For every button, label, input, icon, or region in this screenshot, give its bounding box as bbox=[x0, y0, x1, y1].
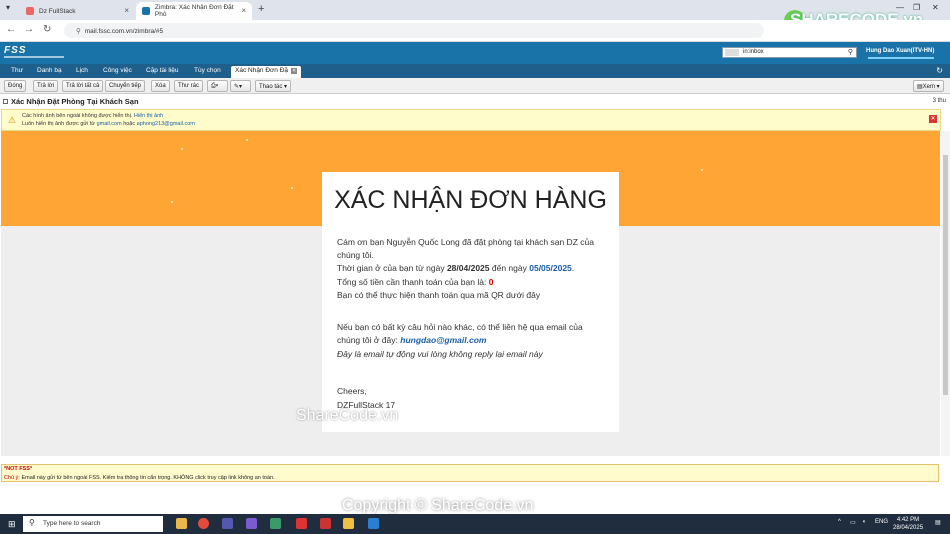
fss-logo: FSS bbox=[4, 45, 27, 56]
app-icon-3[interactable] bbox=[343, 518, 354, 529]
stay-dates: Thời gian ở của bạn từ ngày 28/04/2025 đ… bbox=[337, 263, 575, 273]
url-input[interactable]: ⚲ mail.fssc.com.vn/zimbra/#5 bbox=[64, 23, 764, 38]
address-bar: ← → ↻ ⚲ mail.fssc.com.vn/zimbra/#5 bbox=[0, 20, 950, 42]
reply-button[interactable]: Trả lời bbox=[33, 80, 59, 92]
message-subject: Xác Nhận Đặt Phòng Tại Khách Sạn bbox=[11, 97, 139, 106]
site-info-icon[interactable]: ⚲ bbox=[76, 28, 81, 35]
contact-text: Nếu bạn có bất kỳ câu hỏi nào khác, có t… bbox=[337, 322, 583, 345]
warning-icon: ⚠ bbox=[8, 115, 17, 125]
taskbar-search-input[interactable]: ⚲ Type here to search bbox=[23, 516, 163, 532]
quota-bar bbox=[868, 57, 934, 59]
forward-icon[interactable]: → bbox=[24, 24, 34, 35]
tab-menu-icon[interactable]: ▾ bbox=[6, 3, 10, 12]
email-body: XÁC NHẬN ĐƠN HÀNG Cám ơn bạn Nguyễn Quốc… bbox=[1, 131, 940, 456]
view-button[interactable]: ▤Xem ▾ bbox=[913, 80, 944, 92]
tag-icon: ✎▾ bbox=[234, 84, 243, 90]
forward-button[interactable]: Chuyển tiếp bbox=[105, 80, 146, 92]
tray-chevron-icon[interactable]: ^ bbox=[838, 519, 841, 525]
tab-tasks[interactable]: Công việc bbox=[103, 67, 132, 74]
windows-start-icon[interactable]: ⊞ bbox=[8, 519, 16, 530]
logo-underline bbox=[4, 56, 64, 58]
chrome-icon[interactable] bbox=[198, 518, 209, 529]
app-tabs: Thư Danh bạ Lịch Công việc Cặp tài liệu … bbox=[0, 64, 950, 78]
reply-all-button[interactable]: Trả lời tất cả bbox=[62, 80, 104, 92]
user-name[interactable]: Hung Dao Xuan(ITV-HN) bbox=[866, 48, 934, 54]
refresh-icon[interactable]: ↻ bbox=[936, 66, 943, 75]
thanks-text: Cám ơn bạn Nguyễn Quốc Long đã đặt phòng… bbox=[337, 237, 594, 260]
tab-contacts[interactable]: Danh bạ bbox=[37, 67, 62, 74]
spam-button[interactable]: Thư rác bbox=[174, 80, 204, 92]
tab-dz-fullstack[interactable]: Dz FullStack × bbox=[20, 2, 135, 20]
app-icon[interactable] bbox=[246, 518, 257, 529]
vscode-icon[interactable] bbox=[368, 518, 379, 529]
search-type-select[interactable] bbox=[725, 49, 739, 56]
external-images-warning: ⚠ Các hình ảnh bên ngoài không được hiển… bbox=[1, 109, 941, 131]
teams-icon[interactable] bbox=[222, 518, 233, 529]
zimbra-header: FSS in:inbox ⚲ Hung Dao Xuan(ITV-HN) bbox=[0, 42, 950, 64]
actions-button[interactable]: Thao tác ▾ bbox=[255, 80, 292, 92]
reload-icon[interactable]: ↻ bbox=[43, 24, 51, 35]
app-icon-2[interactable] bbox=[270, 518, 281, 529]
favicon-icon bbox=[26, 7, 34, 15]
network-icon[interactable]: ▭ bbox=[850, 519, 856, 526]
tab-open-message[interactable]: Xác Nhận Đơn Đặ ✕ bbox=[231, 66, 302, 78]
tab-mail[interactable]: Thư bbox=[11, 67, 23, 74]
windows-taskbar: ⊞ ⚲ Type here to search ^ ▭ ◖ ENG 4:42 P… bbox=[0, 514, 950, 534]
delete-button[interactable]: Xóa bbox=[151, 80, 170, 92]
copyright-watermark: Copyright © ShareCode.vn bbox=[342, 497, 534, 514]
message-toolbar: Đóng Trả lời Trả lời tất cả Chuyển tiếp … bbox=[0, 78, 950, 94]
tab-label: Dz FullStack bbox=[39, 7, 76, 15]
recorder-icon[interactable] bbox=[296, 518, 307, 529]
file-explorer-icon[interactable] bbox=[176, 518, 187, 529]
scrollbar-thumb[interactable] bbox=[943, 155, 948, 395]
tab-calendar[interactable]: Lịch bbox=[76, 67, 88, 74]
clock[interactable]: 4:42 PM 28/04/2025 bbox=[893, 516, 923, 532]
qr-text: Bạn có thể thực hiện thanh toán qua mã Q… bbox=[337, 290, 541, 300]
total-amount: Tổng số tiền cần thanh toán của bạn là: … bbox=[337, 277, 494, 287]
language-indicator[interactable]: ENG bbox=[875, 519, 888, 525]
print-button[interactable]: ⎙▾ bbox=[207, 80, 228, 92]
show-images-link[interactable]: Hiển thị ảnh bbox=[134, 113, 163, 119]
back-icon[interactable]: ← bbox=[6, 24, 16, 35]
message-subject-bar: Xác Nhận Đặt Phòng Tại Khách Sạn 3 thu bbox=[0, 95, 950, 109]
auto-note: Đây là email tự động vui lòng không repl… bbox=[337, 349, 543, 359]
search-icon: ⚲ bbox=[29, 518, 35, 527]
notification-icon[interactable]: ▤ bbox=[935, 519, 941, 526]
zimbra-favicon-icon bbox=[142, 7, 150, 15]
external-sender-notice: *NOT FSS* Chú ý: Email này gửi từ bên ng… bbox=[1, 464, 939, 482]
close-icon[interactable]: × bbox=[124, 6, 129, 15]
always-show-sender-link[interactable]: aphong213@gmail.com bbox=[137, 121, 195, 127]
contact-email-link[interactable]: hungdao@gmail.com bbox=[400, 335, 486, 345]
close-tab-icon[interactable]: ✕ bbox=[291, 68, 298, 74]
tab-preferences[interactable]: Tùy chọn bbox=[194, 67, 221, 74]
close-icon[interactable]: × bbox=[241, 6, 246, 15]
message-time: 3 thu bbox=[932, 98, 946, 104]
order-card: XÁC NHẬN ĐƠN HÀNG Cám ơn bạn Nguyễn Quốc… bbox=[322, 172, 619, 432]
close-button[interactable]: Đóng bbox=[4, 80, 27, 92]
always-show-domain-link[interactable]: gmail.com bbox=[97, 121, 122, 127]
tab-label: Zimbra: Xác Nhận Đơn Đặt Phò bbox=[154, 4, 234, 18]
close-warning-icon[interactable]: ✕ bbox=[929, 115, 937, 123]
search-icon[interactable]: ⚲ bbox=[848, 48, 853, 56]
tag-button[interactable]: ✎▾ bbox=[230, 80, 251, 92]
close-window-icon[interactable]: ✕ bbox=[932, 3, 939, 12]
print-icon: ⎙▾ bbox=[211, 83, 219, 89]
collapse-icon[interactable] bbox=[3, 99, 8, 104]
volume-icon[interactable]: ◖ bbox=[862, 519, 866, 525]
scrollbar[interactable] bbox=[941, 131, 950, 456]
tab-zimbra[interactable]: Zimbra: Xác Nhận Đơn Đặt Phò × bbox=[136, 2, 252, 20]
search-input[interactable]: in:inbox ⚲ bbox=[722, 47, 857, 58]
signoff: Cheers, bbox=[337, 386, 367, 396]
watermark-text: ShareCode.vn bbox=[296, 407, 399, 424]
order-heading: XÁC NHẬN ĐƠN HÀNG bbox=[334, 186, 607, 214]
new-tab-icon[interactable]: + bbox=[258, 3, 264, 15]
tab-briefcase[interactable]: Cặp tài liệu bbox=[146, 67, 179, 74]
video-icon[interactable] bbox=[320, 518, 331, 529]
